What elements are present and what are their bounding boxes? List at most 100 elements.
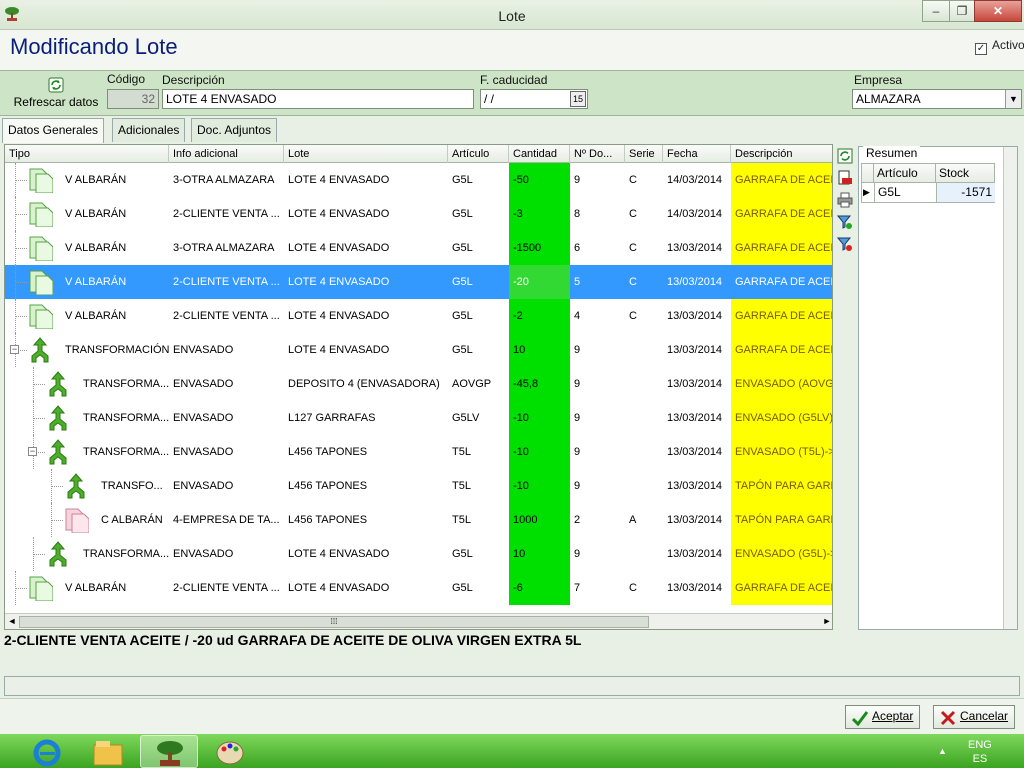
cancel-button[interactable]: Cancelar (933, 705, 1016, 729)
cell-fecha: 13/03/2014 (667, 480, 723, 492)
export-pdf-icon[interactable] (837, 170, 853, 186)
tray-expand-icon[interactable]: ▲ (938, 746, 947, 756)
tree-connector (15, 214, 27, 215)
cell-articulo: AOVGP (452, 378, 492, 390)
scroll-left-icon[interactable]: ◄ (6, 615, 18, 628)
cell-serie (625, 401, 663, 435)
taskbar-paint[interactable] (201, 735, 259, 768)
table-row[interactable]: V ALBARÁN 2-CLIENTE VENTA ... LOTE 4 ENVAS… (5, 571, 832, 605)
minimize-button[interactable]: ‒ (922, 0, 950, 22)
accept-button[interactable]: Aceptar (845, 705, 921, 729)
calendar-icon[interactable]: 15 (570, 91, 586, 107)
cell-articulo: G5L (452, 208, 473, 220)
cell-tipo: V ALBARÁN (65, 310, 127, 322)
col-ndoc[interactable]: Nº Do... (570, 145, 625, 163)
table-row[interactable]: V ALBARÁN 2-CLIENTE VENTA ... LOTE 4 ENVAS… (5, 265, 832, 299)
tree-connector (15, 282, 27, 283)
table-row[interactable]: C ALBARÁN 4-EMPRESA DE TA... L456 TAPONES T… (5, 503, 832, 537)
cell-fecha: 13/03/2014 (667, 582, 723, 594)
cell-serie (625, 333, 663, 367)
table-row[interactable]: V ALBARÁN 2-CLIENTE VENTA ... LOTE 4 ENVAS… (5, 299, 832, 333)
col-fecha[interactable]: Fecha (663, 145, 731, 163)
close-button[interactable]: ✕ (974, 0, 1022, 22)
taskbar-explorer[interactable] (79, 735, 137, 768)
resumen-col-articulo[interactable]: Artículo (874, 164, 936, 182)
cell-info: ENVASADO (173, 344, 234, 356)
cell-ndoc: 2 (574, 514, 581, 526)
tree-connector (51, 486, 63, 487)
col-descripcion[interactable]: Descripción (731, 145, 832, 163)
system-tray: ▲ ENG ES (934, 734, 1024, 768)
resumen-col-stock[interactable]: Stock (936, 164, 995, 182)
tree-guide (15, 197, 16, 231)
resumen-vertical-scrollbar[interactable] (1003, 147, 1017, 629)
tree-guide (15, 163, 16, 197)
cell-cantidad: 10 (509, 333, 570, 367)
refresh-button[interactable]: Refrescar datos (6, 75, 106, 115)
horizontal-scrollbar[interactable]: ◄ ⁞⁞⁞ ► (5, 613, 832, 629)
table-row[interactable]: − TRANSFORMACIÓN ENVASADO LOTE 4 ENVASADO G5… (5, 333, 832, 367)
cell-articulo: G5L (452, 310, 473, 322)
tree-collapse-icon[interactable]: − (28, 447, 37, 456)
col-info-adicional[interactable]: Info adicional (169, 145, 284, 163)
table-row[interactable]: TRANSFORMA... ENVASADO DEPOSITO 4 (ENVASAD… (5, 367, 832, 401)
merge-arrow-icon (49, 371, 67, 397)
tree-guide (33, 367, 34, 401)
table-row[interactable]: TRANSFORMA... ENVASADO LOTE 4 ENVASADO G5L 1… (5, 537, 832, 571)
cell-fecha: 13/03/2014 (667, 242, 723, 254)
cell-descripcion: GARRAFA DE ACEITE (731, 163, 832, 197)
status-bar (4, 676, 1020, 696)
accept-label: Aceptar (872, 709, 914, 723)
tree-guide (33, 537, 34, 571)
table-row[interactable]: V ALBARÁN 3-OTRA ALMAZARA LOTE 4 ENVASADO G… (5, 163, 832, 197)
filter-add-icon[interactable] (837, 214, 853, 230)
resumen-row[interactable]: ▶ G5L -1571 (861, 183, 995, 203)
movements-tree-grid[interactable]: Tipo Info adicional Lote Artículo Cantid… (4, 144, 833, 630)
cell-serie: C (629, 242, 637, 254)
activo-check-box[interactable]: ✓ (975, 43, 987, 55)
col-serie[interactable]: Serie (625, 145, 663, 163)
taskbar-ie[interactable] (18, 735, 76, 768)
cell-serie (625, 469, 663, 503)
activo-label: Activo (992, 38, 1024, 52)
taskbar-bonsai-app[interactable] (140, 735, 198, 768)
tree-collapse-icon[interactable]: − (10, 345, 19, 354)
row-pointer-icon: ▶ (863, 187, 870, 197)
descripcion-field[interactable]: LOTE 4 ENVASADO (162, 89, 474, 109)
cell-lote: LOTE 4 ENVASADO (288, 310, 390, 322)
filter-remove-icon[interactable] (837, 236, 853, 252)
activo-checkbox[interactable]: ✓ Activo (975, 38, 1024, 55)
selected-movement-detail: 2-CLIENTE VENTA ACEITE / -20 ud GARRAFA … (4, 632, 582, 648)
col-cantidad[interactable]: Cantidad (509, 145, 570, 163)
table-row[interactable]: TRANSFORMA... ENVASADO L127 GARRAFAS G5LV -1… (5, 401, 832, 435)
cell-cantidad: -2 (509, 299, 570, 333)
print-icon[interactable] (837, 192, 853, 208)
cell-tipo: TRANSFORMA... (83, 548, 169, 560)
col-lote[interactable]: Lote (284, 145, 448, 163)
caducidad-label: F. caducidad (480, 73, 548, 87)
restore-button[interactable]: ❐ (949, 0, 975, 22)
language-indicator[interactable]: ENG ES (968, 738, 992, 766)
tree-guide (15, 265, 16, 299)
scroll-right-icon[interactable]: ► (821, 615, 832, 628)
tab-adicionales[interactable]: Adicionales (112, 118, 186, 142)
cell-tipo: V ALBARÁN (65, 582, 127, 594)
chevron-down-icon[interactable]: ▼ (1005, 90, 1021, 108)
scroll-thumb[interactable]: ⁞⁞⁞ (19, 616, 649, 628)
empresa-select[interactable]: ALMAZARA ▼ (852, 89, 1022, 109)
table-row[interactable]: TRANSFO... ENVASADO L456 TAPONES T5L -10 9 13/… (5, 469, 832, 503)
cell-ndoc: 9 (574, 446, 581, 458)
table-row[interactable]: V ALBARÁN 3-OTRA ALMAZARA LOTE 4 ENVASADO G… (5, 231, 832, 265)
col-articulo[interactable]: Artículo (448, 145, 509, 163)
refresh-grid-icon[interactable] (837, 148, 853, 164)
tab-datos-generales[interactable]: Datos Generales (2, 118, 105, 143)
cell-lote: DEPOSITO 4 (ENVASADORA) (288, 378, 440, 390)
cell-cantidad: -45,8 (509, 367, 570, 401)
caducidad-value: / / (484, 92, 495, 106)
table-row[interactable]: V ALBARÁN 2-CLIENTE VENTA ... LOTE 4 ENVAS… (5, 197, 832, 231)
col-tipo[interactable]: Tipo (5, 145, 169, 163)
caducidad-field[interactable]: / / 15 (480, 89, 588, 109)
table-row[interactable]: − TRANSFORMA... ENVASADO L456 TAPONES T5L -10… (5, 435, 832, 469)
tab-doc-adjuntos[interactable]: Doc. Adjuntos (191, 118, 278, 142)
cell-serie: C (629, 208, 637, 220)
